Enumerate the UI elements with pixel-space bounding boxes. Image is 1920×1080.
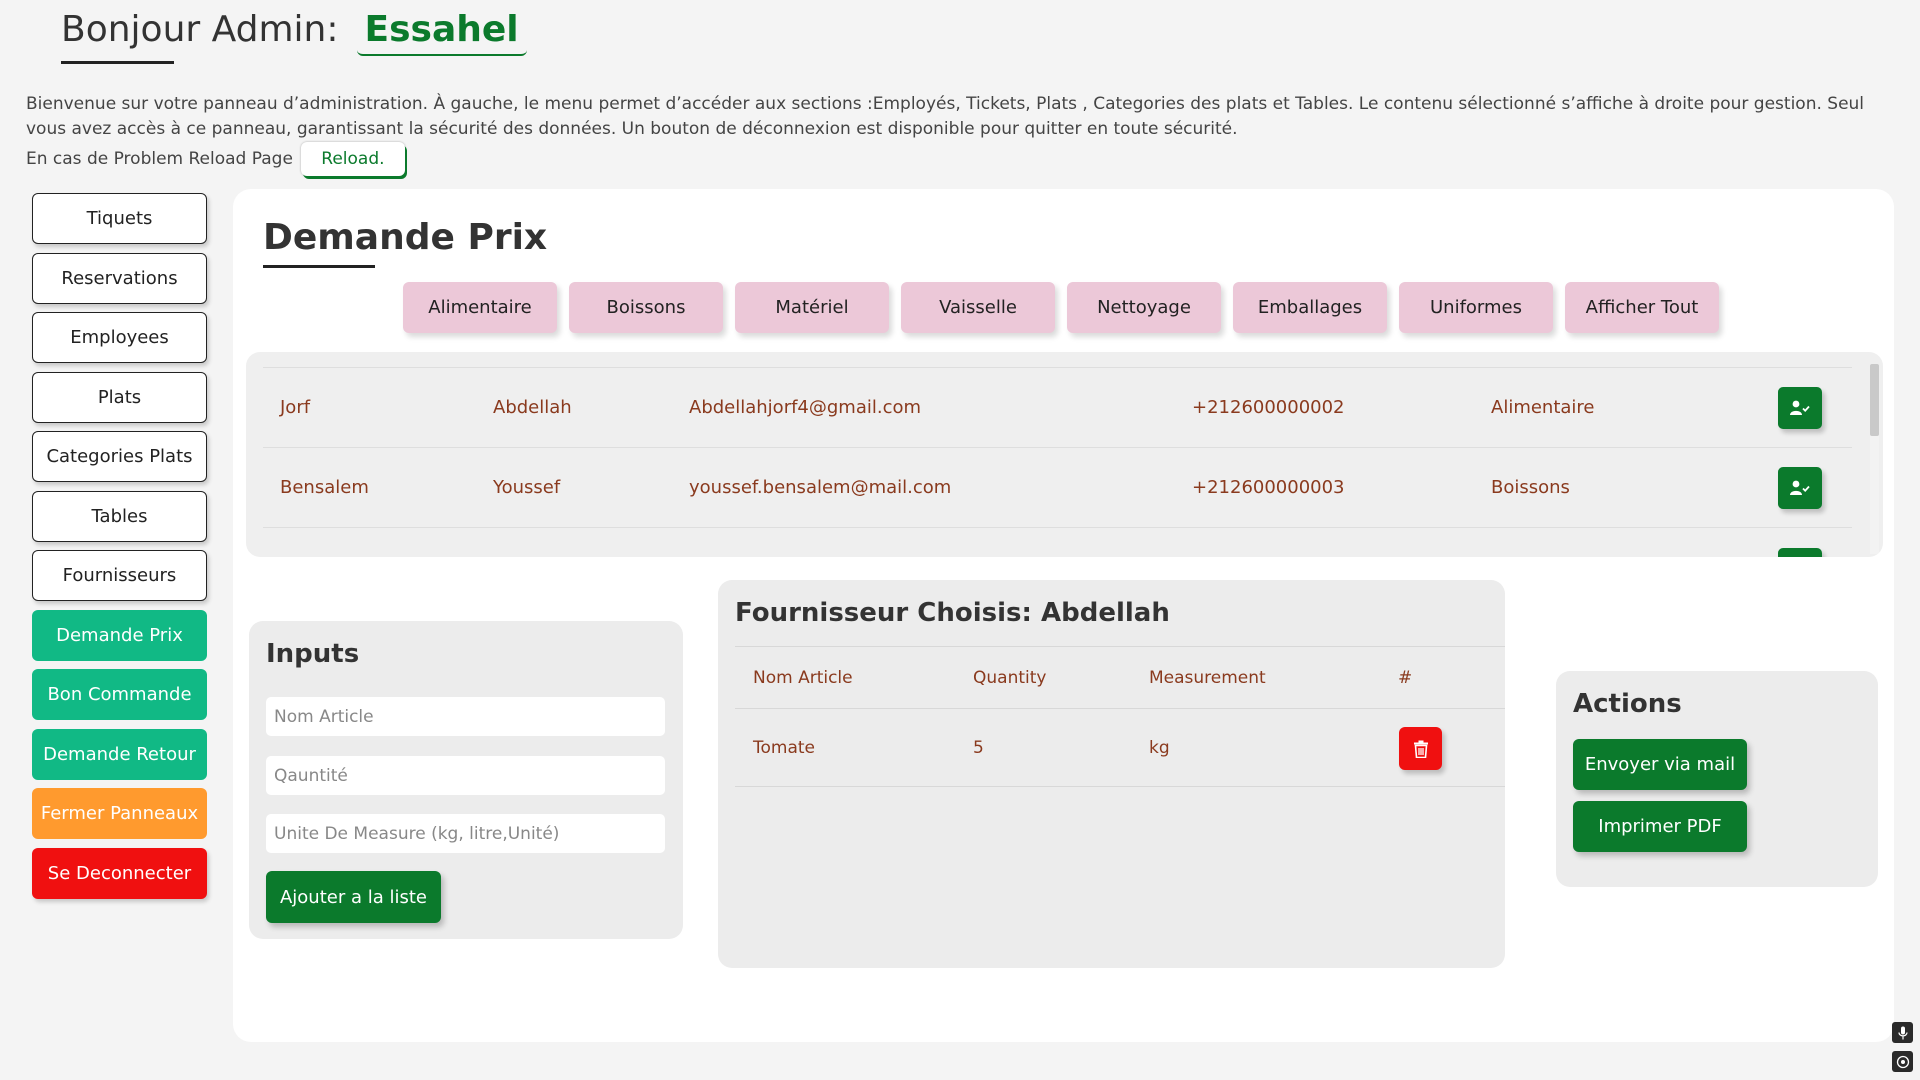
supplier-list-scrollbar[interactable] <box>1870 364 1879 554</box>
sidebar-item-tables[interactable]: Tables <box>32 490 207 542</box>
microphone-glyph <box>1897 1026 1908 1039</box>
row-article: Tomate <box>753 737 815 758</box>
table-row: Bensalem Youssef youssef.bensalem@mail.c… <box>263 447 1852 527</box>
sidebar-item-tiquets[interactable]: Tiquets <box>32 193 207 244</box>
intro-text: Bienvenue sur votre panneau d’administra… <box>26 94 1865 139</box>
sidebar: Tiquets Reservations Employees Plats Cat… <box>32 193 207 907</box>
title-underline <box>263 265 375 268</box>
chosen-supplier-card: Fournisseur Choisis: Abdellah Nom Articl… <box>718 580 1505 968</box>
category-materiel-button[interactable]: Matériel <box>735 282 889 333</box>
supplier-email: Abdellahjorf4@gmail.com <box>689 397 922 418</box>
inputs-card: Inputs Ajouter a la liste <box>249 621 683 939</box>
inputs-title: Inputs <box>266 639 360 669</box>
admin-name: Essahel <box>356 9 527 56</box>
header-quantity: Quantity <box>973 667 1047 688</box>
actions-card: Actions Envoyer via mail Imprimer PDF <box>1556 671 1878 887</box>
microphone-icon[interactable] <box>1892 1022 1913 1043</box>
unit-input[interactable] <box>266 814 665 853</box>
select-supplier-button[interactable] <box>1778 386 1822 429</box>
print-pdf-button[interactable]: Imprimer PDF <box>1573 801 1747 852</box>
reload-line: En cas de Problem Reload Page Reload. <box>26 142 405 176</box>
supplier-phone: +212600000002 <box>1192 397 1345 418</box>
supplier-category: Alimentaire <box>1491 397 1595 418</box>
category-alimentaire-button[interactable]: Alimentaire <box>403 282 557 333</box>
user-check-icon <box>1790 480 1810 495</box>
supplier-phone: +212600000003 <box>1192 477 1345 498</box>
select-supplier-button[interactable] <box>1778 466 1822 509</box>
supplier-email: youssef.bensalem@mail.com <box>689 477 952 498</box>
assistant-glyph <box>1896 1055 1909 1068</box>
category-filters: Alimentaire Boissons Matériel Vaisselle … <box>403 282 1719 333</box>
scrollbar-thumb[interactable] <box>1870 364 1879 436</box>
supplier-first-name: Abdellah <box>493 397 572 418</box>
table-header: Nom Article Quantity Measurement # <box>735 646 1505 708</box>
actions-title: Actions <box>1573 689 1682 719</box>
chosen-supplier-title: Fournisseur Choisis: Abdellah <box>735 598 1170 628</box>
sidebar-item-plats[interactable]: Plats <box>32 371 207 423</box>
page-title: Demande Prix <box>263 217 548 258</box>
supplier-list: Jorf Abdellah Abdellahjorf4@gmail.com +2… <box>246 352 1883 557</box>
add-to-list-button[interactable]: Ajouter a la liste <box>266 871 441 923</box>
sidebar-item-employees[interactable]: Employees <box>32 312 207 363</box>
assistant-icon[interactable] <box>1892 1051 1913 1072</box>
main-panel: Demande Prix Alimentaire Boissons Matéri… <box>233 189 1894 1042</box>
header-hash: # <box>1398 667 1413 688</box>
reload-button[interactable]: Reload. <box>300 142 405 176</box>
send-mail-button[interactable]: Envoyer via mail <box>1573 739 1747 790</box>
category-boissons-button[interactable]: Boissons <box>569 282 723 333</box>
supplier-last-name: Jorf <box>280 397 311 418</box>
show-all-button[interactable]: Afficher Tout <box>1565 282 1719 333</box>
supplier-last-name: Bensalem <box>280 477 369 498</box>
sidebar-item-fournisseurs[interactable]: Fournisseurs <box>32 550 207 601</box>
article-name-input[interactable] <box>266 697 665 736</box>
table-row: Jorf Abdellah Abdellahjorf4@gmail.com +2… <box>263 367 1852 447</box>
greeting-header: Bonjour Admin: Essahel <box>61 6 527 64</box>
user-check-icon <box>1790 400 1810 415</box>
header-measurement: Measurement <box>1149 667 1266 688</box>
supplier-first-name: Youssef <box>493 477 561 498</box>
category-nettoyage-button[interactable]: Nettoyage <box>1067 282 1221 333</box>
row-measurement: kg <box>1149 737 1170 758</box>
row-quantity: 5 <box>973 737 984 758</box>
category-emballages-button[interactable]: Emballages <box>1233 282 1387 333</box>
delete-row-button[interactable] <box>1399 727 1442 770</box>
table-row: Tomate 5 kg <box>735 708 1505 787</box>
sidebar-item-demande-retour[interactable]: Demande Retour <box>32 728 207 780</box>
sidebar-item-bon-commande[interactable]: Bon Commande <box>32 669 207 720</box>
trash-icon <box>1413 740 1428 758</box>
header-article: Nom Article <box>753 667 853 688</box>
select-supplier-button[interactable] <box>1778 548 1822 557</box>
logout-button[interactable]: Se Deconnecter <box>32 847 207 899</box>
greeting-title: Bonjour Admin: <box>61 9 339 64</box>
category-vaisselle-button[interactable]: Vaisselle <box>901 282 1055 333</box>
sidebar-item-reservations[interactable]: Reservations <box>32 252 207 304</box>
close-panels-button[interactable]: Fermer Panneaux <box>32 788 207 839</box>
quantity-input[interactable] <box>266 756 665 795</box>
reload-text: En cas de Problem Reload Page <box>26 149 293 169</box>
sidebar-item-categories-plats[interactable]: Categories Plats <box>32 431 207 482</box>
table-row <box>263 527 1852 557</box>
sidebar-item-demande-prix[interactable]: Demande Prix <box>32 609 207 661</box>
supplier-category: Boissons <box>1491 477 1570 498</box>
category-uniformes-button[interactable]: Uniformes <box>1399 282 1553 333</box>
